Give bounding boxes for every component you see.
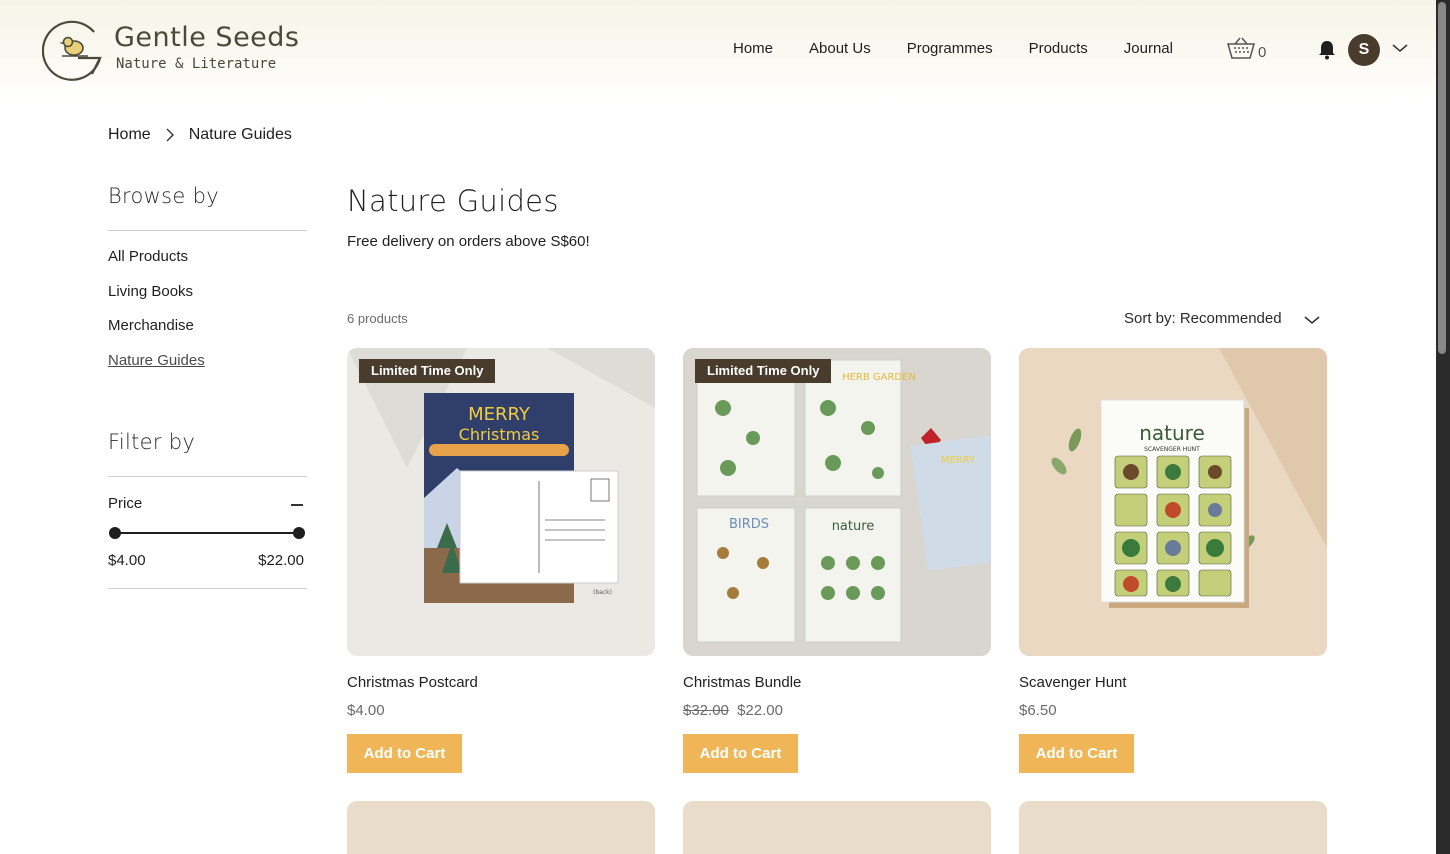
sale-price: $22.00 [737,702,783,719]
nav-journal[interactable]: Journal [1124,40,1173,57]
product-price: $6.50 [1019,702,1057,719]
category-all-products[interactable]: All Products [108,248,205,283]
product-image-partial[interactable] [683,801,991,854]
sort-dropdown[interactable]: Sort by: Recommended [1124,310,1282,327]
price-slider-min-handle[interactable] [109,527,121,539]
breadcrumb-current: Nature Guides [188,126,292,143]
product-price: $32.00 $22.00 [683,702,783,719]
brand-name: Gentle Seeds [114,22,300,53]
category-living-books[interactable]: Living Books [108,283,205,318]
divider [108,476,307,477]
product-image-partial[interactable] [1019,801,1327,854]
product-image-christmas-bundle[interactable]: HERB GARDEN BIRDS nature MERRY Limited T… [683,348,991,656]
cart-count: 0 [1258,44,1267,61]
product-name[interactable]: Scavenger Hunt [1019,674,1127,691]
product-card: MERRY Christmas (back) Limited Time Only… [347,348,655,773]
svg-text:nature: nature [832,519,875,534]
basket-icon [1227,37,1255,59]
category-list: All Products Living Books Merchandise Na… [108,248,205,386]
divider [108,230,307,231]
breadcrumb: Home Nature Guides [108,126,292,144]
svg-text:MERRY: MERRY [941,455,976,466]
price-filter-label: Price [108,495,143,512]
user-avatar[interactable]: S [1348,34,1380,66]
product-name[interactable]: Christmas Bundle [683,674,801,691]
product-card: HERB GARDEN BIRDS nature MERRY Limited T… [683,348,991,773]
bird-logo-icon [42,20,102,81]
svg-text:MERRY: MERRY [468,404,531,425]
chevron-right-icon [166,128,174,142]
price-min-value: $4.00 [108,552,146,569]
divider [108,588,307,589]
product-price: $4.00 [347,702,385,719]
price-slider-max-handle[interactable] [293,527,305,539]
postcard-image: MERRY Christmas (back) [347,348,655,603]
page-title: Nature Guides [347,184,559,218]
bundle-image: HERB GARDEN BIRDS nature MERRY [696,359,991,643]
nav-about-us[interactable]: About Us [809,40,871,57]
product-count: 6 products [347,311,408,326]
chevron-down-icon[interactable] [1304,314,1320,326]
limited-badge: Limited Time Only [695,359,832,383]
nav-products[interactable]: Products [1029,40,1088,57]
bell-icon[interactable] [1318,40,1336,60]
category-nature-guides[interactable]: Nature Guides [108,352,205,387]
promo-text: Free delivery on orders above S$60! [347,233,590,250]
product-card: nature SCAVENGER HUNT Scavenger Hunt $6.… [1019,348,1327,773]
original-price: $32.00 [683,702,729,719]
add-to-cart-button[interactable]: Add to Cart [347,734,462,773]
brand-logo[interactable]: Gentle Seeds Nature & Literature [42,18,302,84]
product-name[interactable]: Christmas Postcard [347,674,478,691]
scrollbar-thumb[interactable] [1438,2,1446,354]
limited-badge: Limited Time Only [359,359,496,383]
cart-button[interactable]: 0 [1226,36,1272,66]
svg-text:BIRDS: BIRDS [729,517,769,532]
svg-text:HERB GARDEN: HERB GARDEN [842,372,916,383]
add-to-cart-button[interactable]: Add to Cart [683,734,798,773]
filter-by-heading: Filter by [108,430,196,454]
breadcrumb-home[interactable]: Home [108,126,151,144]
collapse-minus-icon [291,504,303,506]
brand-tagline: Nature & Literature [116,56,277,72]
product-image-scavenger-hunt[interactable]: nature SCAVENGER HUNT [1019,348,1327,656]
nav-home[interactable]: Home [733,40,773,57]
scavenger-hunt-image: nature SCAVENGER HUNT [1051,348,1327,608]
chevron-down-icon[interactable] [1392,42,1408,54]
category-merchandise[interactable]: Merchandise [108,317,205,352]
product-image-christmas-postcard[interactable]: MERRY Christmas (back) Limited Time Only [347,348,655,656]
site-header: Gentle Seeds Nature & Literature Home Ab… [0,0,1436,100]
price-max-value: $22.00 [258,552,304,569]
svg-text:Christmas: Christmas [459,425,540,444]
price-filter-toggle[interactable]: Price [108,495,307,512]
price-range-slider[interactable] [114,532,300,534]
svg-text:nature: nature [1139,421,1205,445]
svg-text:(back): (back) [593,589,612,596]
add-to-cart-button[interactable]: Add to Cart [1019,734,1134,773]
browse-by-heading: Browse by [108,184,219,208]
product-image-partial[interactable] [347,801,655,854]
svg-text:SCAVENGER HUNT: SCAVENGER HUNT [1144,446,1200,453]
main-nav: Home About Us Programmes Products Journa… [733,40,1209,57]
nav-programmes[interactable]: Programmes [907,40,993,57]
